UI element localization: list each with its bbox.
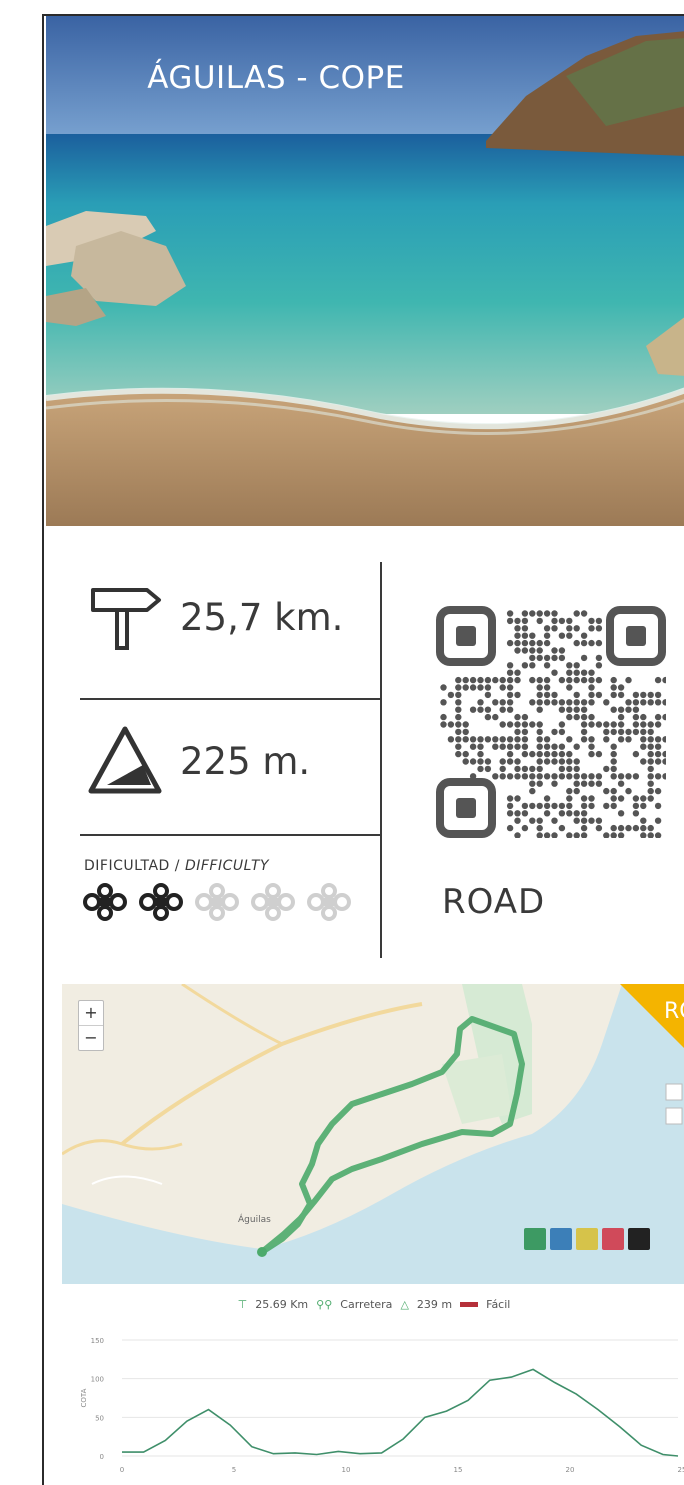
elevation-value: 225 m.	[180, 739, 311, 783]
route-card: ÁGUILAS - COPE 25,7 km. 225 m. DIFICULTA…	[42, 14, 684, 1485]
difficulty-swatch	[460, 1301, 479, 1307]
elevation-line	[122, 1368, 679, 1457]
route-type-ribbon: RO	[620, 984, 684, 1048]
y-tick-label: 50	[95, 1414, 104, 1422]
difficulty-label-en: DIFFICULTY	[184, 858, 270, 874]
difficulty-label-es: DIFICULTAD /	[84, 858, 185, 874]
x-tick-label: 15	[454, 1466, 463, 1474]
route-map[interactable]: Águilas + − RO	[62, 984, 684, 1284]
route-type: ROAD	[442, 882, 546, 922]
vertical-divider	[380, 562, 382, 958]
mountain-icon: △	[400, 1297, 409, 1311]
route-stats: 25,7 km. 225 m. DIFICULTAD / DIFFICULTY …	[44, 526, 684, 958]
zoom-out-button[interactable]: −	[79, 1025, 103, 1050]
chain-icon-empty	[195, 883, 239, 921]
chain-icon-empty	[251, 883, 295, 921]
route-title: ÁGUILAS - COPE	[147, 60, 405, 96]
x-tick-label: 0	[120, 1466, 124, 1474]
horizontal-divider	[80, 834, 380, 836]
zoom-in-button[interactable]: +	[79, 1001, 103, 1025]
map-control[interactable]	[665, 1083, 683, 1101]
x-tick-label: 5	[232, 1466, 236, 1474]
elevation-icon	[80, 716, 170, 806]
chain-icon-filled	[83, 883, 127, 921]
route-legend: ⊤ 25.69 Km ⚲⚲ Carretera △ 239 m Fácil	[62, 1284, 684, 1324]
x-tick-label: 20	[566, 1466, 575, 1474]
signpost-icon	[80, 572, 170, 662]
chain-icon-empty	[307, 883, 351, 921]
distance-value: 25,7 km.	[180, 595, 344, 639]
horizontal-divider	[80, 698, 380, 700]
y-tick-label: 0	[100, 1453, 104, 1461]
ribbon-label: RO	[664, 999, 684, 1024]
zoom-control: + −	[78, 1000, 104, 1051]
hero-photo: ÁGUILAS - COPE	[46, 16, 684, 526]
legend-surface: Carretera	[340, 1297, 393, 1311]
legend-elevation: 239 m	[416, 1297, 453, 1311]
y-axis-label: COTA	[80, 1388, 88, 1407]
x-tick-label: 25	[678, 1466, 684, 1474]
legend-distance: 25.69 Km	[255, 1297, 309, 1311]
map-place-label: Águilas	[238, 1213, 271, 1225]
difficulty-rating	[80, 882, 354, 922]
map-layer-buttons[interactable]	[524, 1228, 650, 1250]
y-tick-label: 150	[91, 1337, 104, 1345]
legend-difficulty: Fácil	[486, 1297, 511, 1311]
elevation-stat: 225 m.	[80, 706, 380, 816]
fullscreen-control[interactable]	[665, 1107, 683, 1125]
difficulty-label: DIFICULTAD / DIFFICULTY	[84, 858, 269, 874]
signpost-icon: ⊤	[237, 1297, 248, 1311]
x-tick-label: 10	[342, 1466, 351, 1474]
qr-code	[436, 606, 666, 838]
y-tick-label: 100	[91, 1376, 104, 1384]
chain-icon-filled	[139, 883, 183, 921]
distance-stat: 25,7 km.	[80, 562, 380, 672]
bike-icon: ⚲⚲	[316, 1297, 333, 1311]
elevation-profile: 150 100 50 0 0 5 10 15 20 25 COTA	[80, 1337, 684, 1474]
